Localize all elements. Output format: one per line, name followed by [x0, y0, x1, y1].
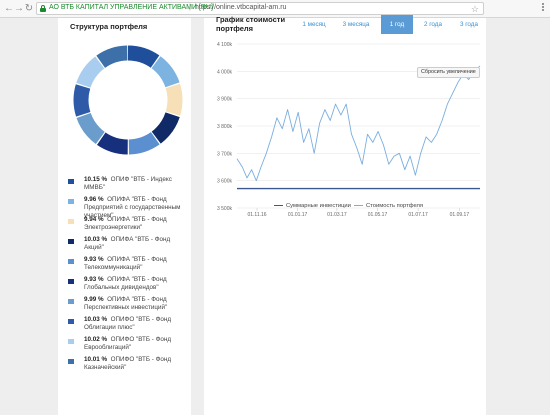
legend-swatch [68, 199, 74, 204]
reload-icon[interactable]: ↻ [23, 2, 35, 15]
legend-percent: 10.15 % [84, 176, 108, 183]
legend-label-investments: Суммарные инвестиции [286, 203, 351, 209]
legend-percent: 9.99 % [84, 296, 104, 303]
x-tick-label: 01.01.17 [288, 212, 308, 218]
x-tick-label: 01.07.17 [408, 212, 428, 218]
legend-swatch [68, 179, 74, 184]
address-bar[interactable]: АО ВТБ КАПИТАЛ УПРАВЛЕНИЕ АКТИВАМИ [RU] … [36, 2, 484, 15]
lock-icon [40, 5, 46, 12]
legend-percent: 9.94 % [84, 216, 104, 223]
portfolio-structure-title: Структура портфеля [70, 22, 148, 31]
legend-label-value: Стоимость портфеля [366, 203, 424, 209]
tab-period-1[interactable]: 1 месяц [297, 15, 331, 34]
x-tick-label: 01.11.16 [247, 212, 266, 218]
y-tick-label: 3 500k [217, 206, 233, 212]
legend-label: 9.93 % ОПИФА "ВТБ - Фонд Телекоммуникаци… [84, 256, 188, 272]
legend-label: 10.01 % ОПИФО "ВТБ - Фонд Казначейский" [84, 356, 188, 372]
legend-item-value[interactable]: Стоимость портфеля [354, 203, 423, 209]
legend-percent: 10.02 % [84, 336, 108, 343]
legend-label: 10.15 % ОПИФ "ВТБ - Индекс ММВБ" [84, 176, 188, 192]
y-tick-label: 4 000k [217, 69, 233, 75]
legend-percent: 9.93 % [84, 276, 104, 283]
legend-item[interactable]: 10.03 % ОПИФО "ВТБ - Фонд Облигации плюс… [68, 315, 188, 335]
y-tick-label: 4 100k [217, 42, 233, 48]
legend-item[interactable]: 9.93 % ОПИФА "ВТБ - Фонд Глобальных диви… [68, 275, 188, 295]
url-separator: | [189, 4, 191, 11]
legend-label: 10.02 % ОПИФО "ВТБ - Фонд Еврооблигаций" [84, 336, 188, 352]
legend-item[interactable]: 9.99 % ОПИФА "ВТБ - Фонд Перспективных и… [68, 295, 188, 315]
legend-label: 9.93 % ОПИФА "ВТБ - Фонд Глобальных диви… [84, 276, 188, 292]
tab-period-5[interactable]: 3 года [453, 15, 485, 34]
legend-item[interactable]: 9.93 % ОПИФА "ВТБ - Фонд Телекоммуникаци… [68, 255, 188, 275]
y-tick-label: 3 800k [217, 124, 233, 130]
legend-item-investments[interactable]: Суммарные инвестиции [274, 203, 351, 209]
legend-percent: 10.03 % [84, 236, 108, 243]
legend-swatch [68, 259, 74, 264]
x-tick-label: 01.03.17 [327, 212, 347, 218]
legend-percent: 10.03 % [84, 316, 108, 323]
y-tick-label: 3 700k [217, 151, 233, 157]
legend-swatch [68, 279, 74, 284]
legend-label: 10.03 % ОПИФА "ВТБ - Фонд Акций" [84, 236, 188, 252]
value-chart-title: График стоимости портфеля [216, 15, 286, 33]
x-tick-label: 01.05.17 [368, 212, 388, 218]
legend-item[interactable]: 10.01 % ОПИФО "ВТБ - Фонд Казначейский" [68, 355, 188, 375]
portfolio-structure-panel: Структура портфеля 10.15 % ОПИФ "ВТБ - И… [58, 18, 191, 415]
legend-percent: 9.96 % [84, 196, 104, 203]
legend-percent: 10.01 % [84, 356, 108, 363]
legend-item[interactable]: 10.03 % ОПИФА "ВТБ - Фонд Акций" [68, 235, 188, 255]
portfolio-legend: 10.15 % ОПИФ "ВТБ - Индекс ММВБ" 9.96 % О… [68, 175, 188, 375]
legend-label: 9.94 % ОПИФА "ВТБ - Фонд Электроэнергети… [84, 216, 188, 232]
legend-swatch [68, 359, 74, 364]
tab-period-2[interactable]: 3 месяца [333, 15, 379, 34]
legend-item[interactable]: 9.94 % ОПИФА "ВТБ - Фонд Электроэнергети… [68, 215, 188, 235]
portfolio-donut-chart [73, 45, 183, 155]
tab-period-3[interactable]: 1 год [381, 15, 413, 34]
value-legend-swatch [354, 204, 363, 206]
portfolio-value-panel: График стоимости портфеля 1 месяц 3 месяц… [204, 15, 486, 415]
bookmark-star-icon[interactable]: ☆ [471, 3, 479, 15]
investments-legend-swatch [274, 204, 283, 206]
x-tick-label: 01.09.17 [450, 212, 470, 218]
legend-swatch [68, 299, 74, 304]
legend-swatch [68, 339, 74, 344]
legend-percent: 9.93 % [84, 256, 104, 263]
legend-swatch [68, 239, 74, 244]
legend-label: 9.99 % ОПИФА "ВТБ - Фонд Перспективных и… [84, 296, 188, 312]
legend-swatch [68, 319, 74, 324]
series-line-value [236, 65, 481, 182]
legend-item[interactable]: 10.15 % ОПИФ "ВТБ - Индекс ММВБ" [68, 175, 188, 195]
url-text: https://online.vtbcapital-am.ru [195, 4, 287, 11]
tab-period-4[interactable]: 2 года [417, 15, 449, 34]
reset-zoom-button[interactable]: Сбросить увеличение [417, 67, 480, 78]
y-tick-label: 3 600k [217, 179, 233, 185]
legend-item[interactable]: 9.96 % ОПИФА "ВТБ - Фонд Предприятий с г… [68, 195, 188, 219]
legend-label: 10.03 % ОПИФО "ВТБ - Фонд Облигации плюс… [84, 316, 188, 332]
y-tick-label: 3 900k [217, 97, 233, 103]
browser-menu-icon[interactable] [540, 2, 546, 15]
legend-item[interactable]: 10.02 % ОПИФО "ВТБ - Фонд Еврооблигаций" [68, 335, 188, 355]
legend-swatch [68, 219, 74, 224]
